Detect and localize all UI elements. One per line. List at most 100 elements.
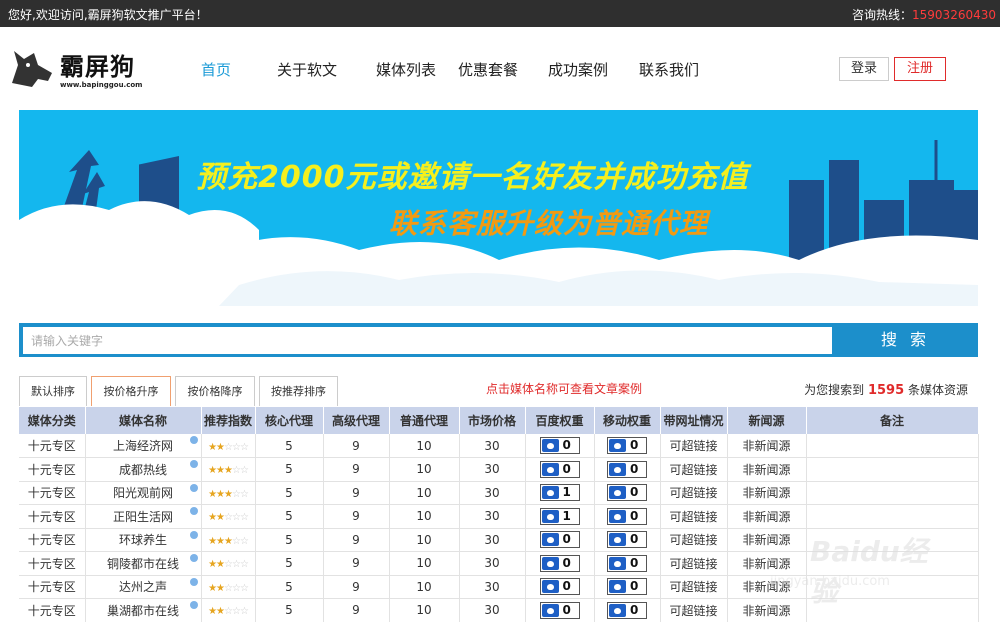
paw-icon (541, 439, 559, 452)
search-button[interactable]: 搜 索 (833, 323, 978, 357)
cell-link: 可超链接 (660, 481, 728, 505)
cell-core: 5 (255, 457, 324, 482)
cell-category: 十元专区 (19, 528, 86, 552)
baidu-weight-badge: 0 (539, 601, 580, 619)
star-empty-icon: ☆ (224, 606, 233, 618)
nav-cases[interactable]: 成功案例 (548, 59, 608, 80)
cell-media-name[interactable]: 阳光观前网 (85, 481, 202, 505)
media-name-link[interactable]: 阳光观前网 (113, 486, 173, 500)
cell-normal: 10 (389, 457, 460, 482)
info-icon[interactable] (189, 436, 198, 444)
baidu-weight-value: 1 (562, 485, 571, 500)
cell-news: 非新闻源 (727, 598, 807, 622)
media-name-link[interactable]: 环球养生 (119, 533, 167, 547)
register-button[interactable]: 注册 (894, 57, 946, 81)
star-filled-icon: ★ (208, 582, 217, 594)
cell-stars: ★★☆☆☆ (201, 575, 256, 599)
cell-media-name[interactable]: 成都热线 (85, 457, 202, 482)
cell-media-name[interactable]: 巢湖都市在线 (85, 598, 202, 622)
paw-icon (609, 580, 626, 594)
col-mobile: 移动权重 (594, 407, 661, 434)
nav-media-list[interactable]: 媒体列表 (376, 59, 436, 80)
nav-home[interactable]: 首页 (201, 59, 231, 80)
col-note: 备注 (806, 407, 979, 434)
cell-category: 十元专区 (19, 457, 86, 482)
paw-icon (609, 486, 626, 500)
media-name-link[interactable]: 铜陵都市在线 (107, 557, 179, 571)
paw-icon (609, 509, 626, 523)
star-filled-icon: ★ (224, 535, 233, 547)
col-normal: 普通代理 (389, 407, 460, 434)
search-bar: 搜 索 (19, 323, 978, 357)
cell-category: 十元专区 (19, 598, 86, 622)
site-logo[interactable]: 霸屏狗 www.bapinggou.com (8, 41, 143, 96)
star-rating: ★★☆☆☆ (208, 441, 249, 453)
cell-news: 非新闻源 (727, 575, 807, 599)
star-empty-icon: ☆ (231, 488, 241, 500)
promo-banner[interactable]: 预充2000元或邀请一名好友并成功充值 联系客服升级为普通代理 (19, 110, 978, 306)
cell-media-name[interactable]: 环球养生 (85, 528, 202, 552)
mobile-weight-value: 0 (630, 602, 639, 617)
table-row: 十元专区 达州之声 ★★☆☆☆ 5 9 10 30 0 0 可超链接 非新闻源 (19, 575, 979, 599)
info-icon[interactable] (189, 577, 198, 586)
baidu-weight-value: 0 (562, 602, 571, 617)
mobile-weight-value: 0 (630, 508, 639, 523)
cell-senior: 9 (323, 434, 390, 458)
nav-contact[interactable]: 联系我们 (639, 59, 699, 80)
cell-market: 30 (459, 434, 526, 458)
info-icon[interactable] (189, 483, 198, 492)
cell-link: 可超链接 (660, 528, 728, 552)
star-empty-icon: ☆ (239, 441, 249, 453)
baidu-weight-badge: 0 (539, 531, 580, 549)
cell-note (806, 457, 979, 482)
baidu-weight-badge: 1 (539, 484, 580, 502)
media-name-link[interactable]: 巢湖都市在线 (107, 604, 179, 618)
media-name-link[interactable]: 上海经济网 (113, 439, 173, 453)
sort-price-desc-button[interactable]: 按价格降序 (175, 376, 255, 406)
cell-media-name[interactable]: 上海经济网 (85, 434, 202, 458)
cell-market: 30 (459, 504, 526, 529)
cell-note (806, 481, 979, 505)
sort-recommend-button[interactable]: 按推荐排序 (259, 376, 338, 406)
cell-baidu: 0 (525, 457, 595, 482)
cell-media-name[interactable]: 正阳生活网 (85, 504, 202, 529)
search-input[interactable] (23, 327, 832, 354)
star-empty-icon: ☆ (239, 582, 249, 594)
sort-price-asc-button[interactable]: 按价格升序 (91, 376, 171, 406)
cell-media-name[interactable]: 达州之声 (85, 575, 202, 599)
baidu-weight-badge: 1 (539, 507, 580, 525)
login-button[interactable]: 登录 (839, 57, 889, 81)
star-rating: ★★☆☆☆ (208, 512, 249, 523)
cell-market: 30 (459, 457, 526, 482)
count-number: 1595 (867, 383, 905, 398)
cell-baidu: 0 (525, 528, 595, 552)
star-rating: ★★★☆☆ (208, 488, 249, 500)
cell-core: 5 (255, 504, 324, 529)
info-icon[interactable] (189, 554, 198, 562)
info-icon[interactable] (189, 530, 198, 539)
cell-stars: ★★☆☆☆ (201, 551, 256, 576)
media-name-link[interactable]: 达州之声 (119, 580, 167, 594)
col-baidu: 百度权重 (525, 407, 595, 434)
cell-mobile: 0 (594, 598, 661, 622)
nav-about[interactable]: 关于软文 (277, 59, 337, 80)
cell-senior: 9 (323, 551, 390, 576)
paw-icon (541, 556, 559, 570)
baidu-weight-badge: 0 (539, 578, 580, 596)
top-bar: 您好,欢迎访问,霸屏狗软文推广平台！ 咨询热线：15903260430 (0, 0, 1000, 27)
cell-note (806, 575, 979, 599)
paw-icon (541, 580, 559, 594)
media-name-link[interactable]: 正阳生活网 (113, 510, 173, 524)
info-icon[interactable] (189, 460, 198, 468)
info-icon[interactable] (189, 507, 198, 515)
col-core: 核心代理 (255, 407, 324, 434)
cell-stars: ★★☆☆☆ (201, 598, 256, 622)
paw-icon (609, 439, 626, 452)
info-icon[interactable] (189, 601, 198, 609)
cell-baidu: 0 (525, 575, 595, 599)
sort-default-button[interactable]: 默认排序 (19, 376, 87, 406)
nav-packages[interactable]: 优惠套餐 (458, 59, 518, 80)
media-name-link[interactable]: 成都热线 (119, 463, 167, 477)
cell-media-name[interactable]: 铜陵都市在线 (85, 551, 202, 576)
table-row: 十元专区 阳光观前网 ★★★☆☆ 5 9 10 30 1 0 可超链接 非新闻源 (19, 481, 979, 505)
